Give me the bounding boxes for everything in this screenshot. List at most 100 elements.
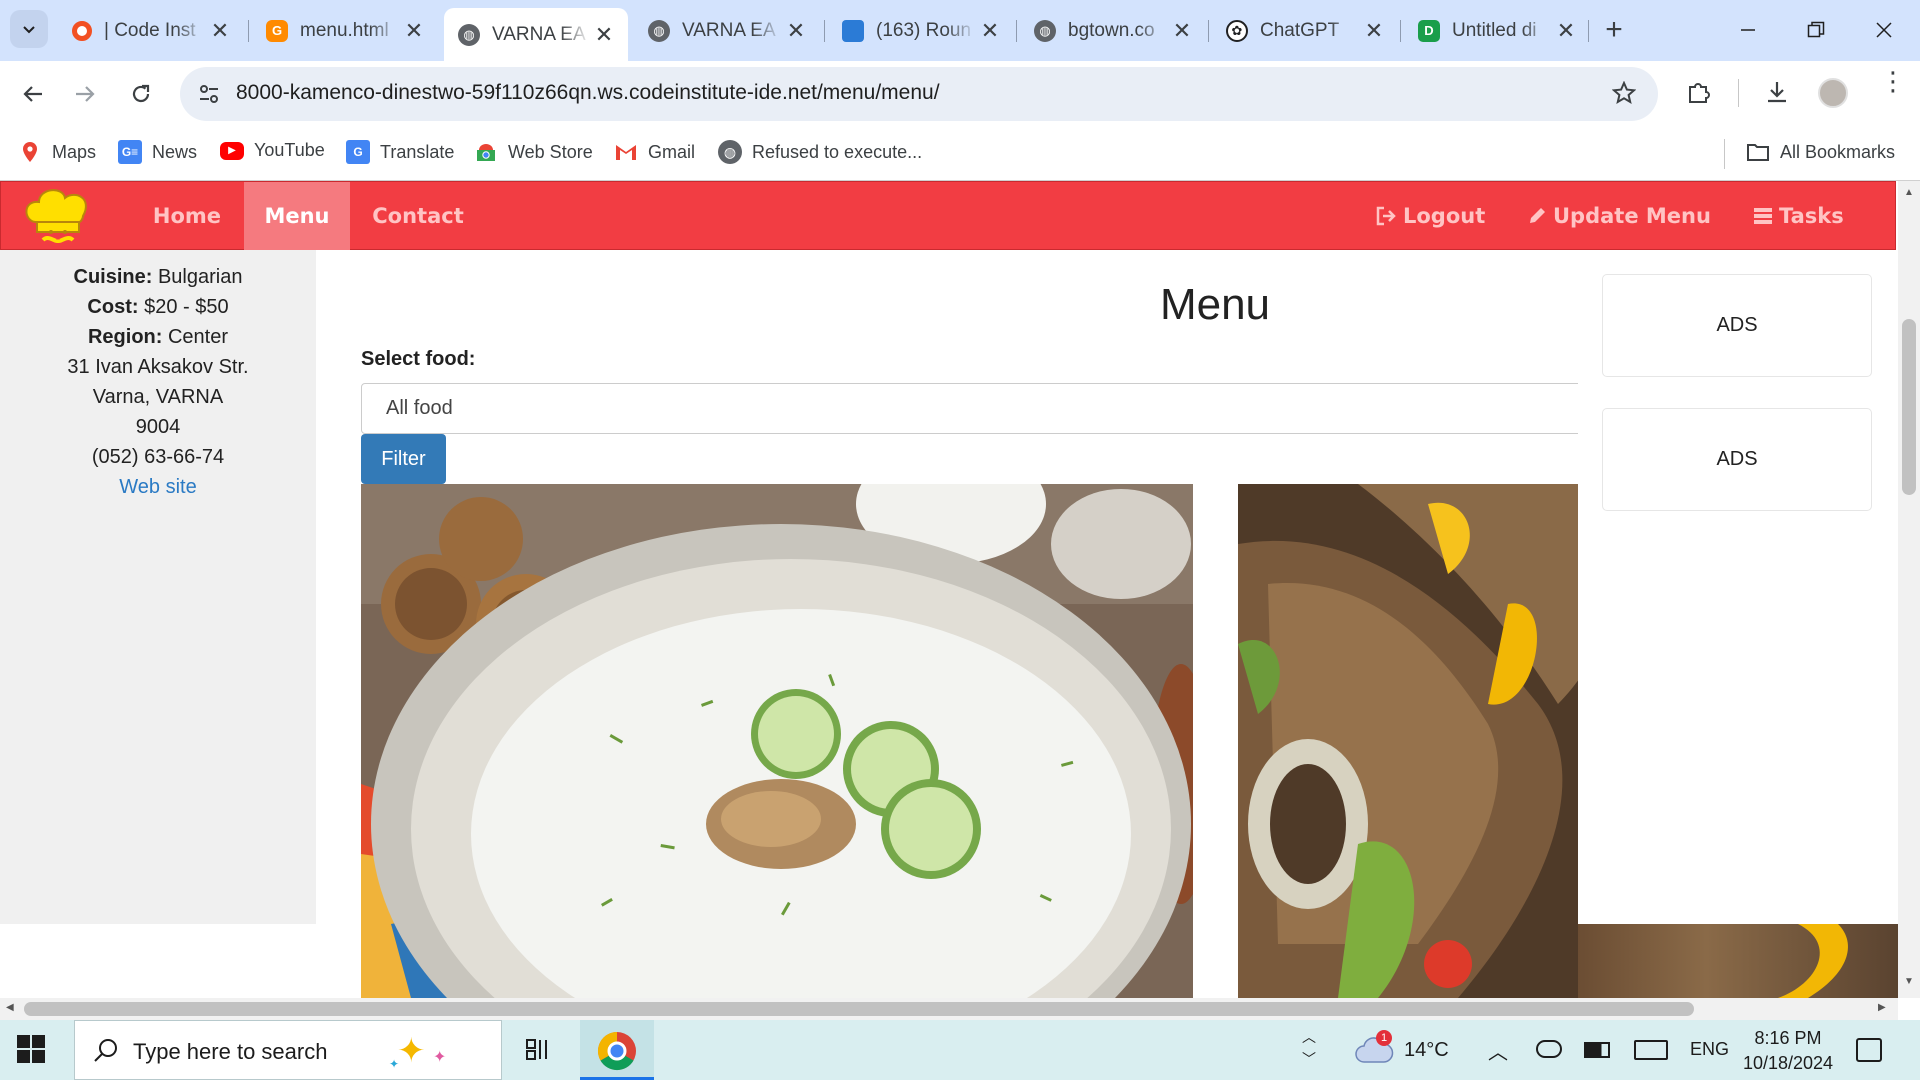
minimize-icon xyxy=(1741,29,1755,31)
battery-icon[interactable] xyxy=(1584,1042,1610,1058)
close-window-button[interactable] xyxy=(1862,12,1906,48)
tab-title: | Code Inst xyxy=(104,19,196,41)
chevron-up-icon[interactable]: ︿ xyxy=(1488,1036,1508,1065)
close-icon[interactable]: ✕ xyxy=(782,18,810,44)
cube-icon xyxy=(842,19,864,42)
street-address: 31 Ivan Aksakov Str. xyxy=(67,356,249,378)
clock-time: 8:16 PM xyxy=(1754,1028,1822,1048)
close-icon[interactable]: ✕ xyxy=(206,18,234,44)
download-icon[interactable] xyxy=(1764,79,1790,105)
browser-tab[interactable]: | Code Inst ✕ xyxy=(58,8,244,53)
bookmark-gmail[interactable]: Gmail xyxy=(614,140,695,164)
bookmark-refused[interactable]: ◍ Refused to execute... xyxy=(718,140,922,164)
maps-icon xyxy=(18,140,42,164)
food-select[interactable]: All food xyxy=(361,383,1661,434)
vertical-scrollbar[interactable]: ▲ ▼ xyxy=(1898,181,1920,998)
restore-button[interactable] xyxy=(1794,12,1838,48)
ad-box[interactable]: ADS xyxy=(1602,274,1872,377)
windows-icon xyxy=(17,1035,45,1063)
zip-code: 9004 xyxy=(135,416,181,438)
reload-button[interactable] xyxy=(122,75,160,113)
nav-home[interactable]: Home xyxy=(137,182,237,250)
tasks-icon xyxy=(1754,208,1772,224)
close-icon[interactable]: ✕ xyxy=(400,18,428,44)
language-indicator[interactable]: ENG xyxy=(1690,1039,1729,1060)
cuisine-value: Bulgarian xyxy=(157,266,243,288)
tab-title: ChatGPT xyxy=(1260,19,1340,41)
nav-menu[interactable]: Menu xyxy=(244,182,350,250)
scroll-left-arrow-icon[interactable]: ◀ xyxy=(6,1002,14,1013)
close-icon[interactable]: ✕ xyxy=(1360,18,1388,44)
bookmark-translate[interactable]: G Translate xyxy=(346,140,454,164)
tab-title: VARNA EA xyxy=(682,19,776,41)
notifications-icon[interactable] xyxy=(1856,1038,1882,1062)
profile-avatar[interactable] xyxy=(1818,78,1848,108)
nav-update-menu[interactable]: Update Menu xyxy=(1527,182,1711,250)
globe-icon: ◍ xyxy=(718,140,742,164)
close-icon[interactable]: ✕ xyxy=(976,18,1004,44)
horizontal-scroll-thumb[interactable] xyxy=(24,1002,1694,1016)
site-settings-icon[interactable] xyxy=(198,83,220,105)
nav-tasks[interactable]: Tasks xyxy=(1753,182,1844,250)
extensions-icon[interactable] xyxy=(1686,79,1712,105)
arrow-right-icon xyxy=(76,86,95,102)
chrome-taskbar-button[interactable] xyxy=(580,1020,654,1080)
scroll-right-arrow-icon[interactable]: ▶ xyxy=(1878,1002,1886,1013)
city: Varna, VARNA xyxy=(92,386,224,408)
minimize-button[interactable] xyxy=(1726,12,1770,48)
task-view-button[interactable] xyxy=(524,1036,552,1069)
clock-date: 10/18/2024 xyxy=(1742,1053,1834,1073)
scroll-down-arrow-icon[interactable]: ▼ xyxy=(1904,976,1914,987)
bookmark-webstore[interactable]: Web Store xyxy=(474,140,593,164)
browser-tab[interactable]: D Untitled di ✕ xyxy=(1404,8,1590,53)
bookmark-maps[interactable]: Maps xyxy=(18,140,96,164)
close-icon[interactable]: ✕ xyxy=(590,22,618,48)
star-icon[interactable] xyxy=(1612,81,1636,105)
bookmark-news[interactable]: G≡ News xyxy=(118,140,197,164)
select-food-label: Select food: xyxy=(361,348,476,370)
food-image-fish-tail xyxy=(1578,924,1898,998)
weather-widget[interactable]: 1 14°C xyxy=(1354,1030,1464,1068)
scroll-up-arrow-icon[interactable]: ▲ xyxy=(1904,187,1914,198)
horizontal-scrollbar[interactable]: ◀ ▶ xyxy=(0,998,1898,1020)
browser-tab-active[interactable]: ◍ VARNA EA ✕ xyxy=(444,8,628,61)
browser-tab[interactable]: ◍ bgtown.co ✕ xyxy=(1020,8,1206,53)
cost-value: $20 - $50 xyxy=(144,296,229,318)
nav-contact[interactable]: Contact xyxy=(363,182,473,250)
nav-logout[interactable]: Logout xyxy=(1375,182,1485,250)
browser-tab[interactable]: ◍ VARNA EA ✕ xyxy=(634,8,820,53)
search-icon xyxy=(94,1039,117,1062)
taskbar-search[interactable]: Type here to search ✦ ✦ ✦ xyxy=(74,1020,502,1080)
cost-line: Cost: $20 - $50 xyxy=(87,296,229,318)
start-button[interactable] xyxy=(16,1034,46,1069)
browser-tab[interactable]: G menu.html ✕ xyxy=(252,8,438,53)
close-icon[interactable]: ✕ xyxy=(1168,18,1196,44)
menu-kebab-icon[interactable]: ⋮ xyxy=(1880,68,1906,94)
chevron-down-icon xyxy=(23,26,35,34)
address-bar[interactable]: 8000-kamenco-dinestwo-59f110z66qn.ws.cod… xyxy=(180,67,1658,121)
draw-icon: D xyxy=(1418,19,1440,42)
keyboard-icon[interactable] xyxy=(1634,1040,1668,1060)
chef-hat-logo[interactable] xyxy=(17,184,99,250)
windows-taskbar: Type here to search ✦ ✦ ✦ ︿ ﹀ 1 14°C ︿ EN… xyxy=(0,1020,1920,1080)
onedrive-icon[interactable] xyxy=(1536,1040,1562,1058)
tab-search-button[interactable] xyxy=(10,10,48,48)
bookmark-youtube[interactable]: ▶ YouTube xyxy=(220,140,325,161)
back-button[interactable] xyxy=(14,75,52,113)
new-tab-button[interactable]: + xyxy=(1596,12,1632,48)
website-link[interactable]: Web site xyxy=(119,476,196,498)
ad-box[interactable]: ADS xyxy=(1602,408,1872,511)
forward-button[interactable] xyxy=(66,75,104,113)
browser-tab[interactable]: ✿ ChatGPT ✕ xyxy=(1212,8,1398,53)
all-bookmarks-button[interactable]: All Bookmarks xyxy=(1746,140,1895,164)
overflow-scroll-icon[interactable]: ︿ ﹀ xyxy=(1302,1026,1316,1070)
browser-tab[interactable]: (163) Roun ✕ xyxy=(828,8,1014,53)
filter-button[interactable]: Filter xyxy=(361,434,446,484)
opera-icon xyxy=(72,20,92,41)
browser-toolbar: 8000-kamenco-dinestwo-59f110z66qn.ws.cod… xyxy=(0,61,1920,127)
food-image-soup[interactable] xyxy=(361,484,1193,998)
vertical-scroll-thumb[interactable] xyxy=(1902,319,1916,495)
close-icon[interactable]: ✕ xyxy=(1552,18,1580,44)
clock[interactable]: 8:16 PM 10/18/2024 xyxy=(1738,1026,1838,1076)
globe-icon: ◍ xyxy=(458,23,480,46)
